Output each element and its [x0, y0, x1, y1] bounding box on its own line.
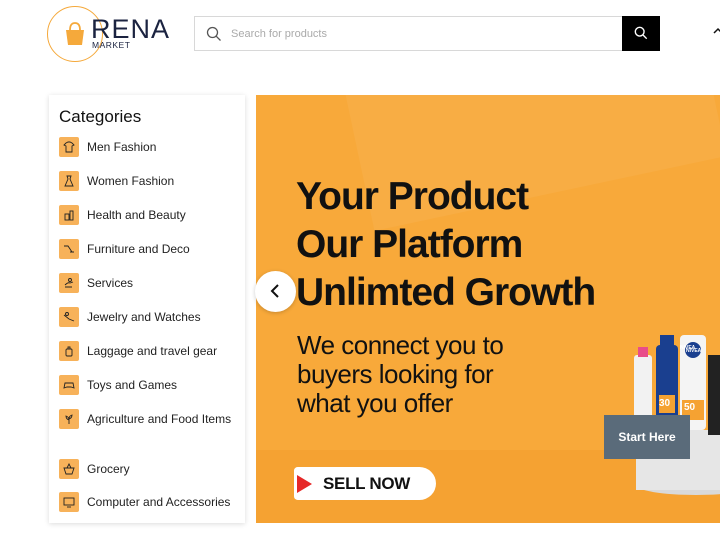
page: RENA MARKET Categories Men Fashion Women… — [0, 0, 720, 540]
category-label: Women Fashion — [87, 173, 175, 188]
computer-icon — [59, 492, 79, 512]
category-label: Toys and Games — [87, 377, 178, 392]
subheadline-line: We connect you to — [297, 330, 504, 360]
banner-subheadline: We connect you to buyers looking for wha… — [297, 330, 504, 418]
shopping-bag-icon — [66, 22, 84, 45]
carousel-prev-button[interactable] — [255, 271, 296, 312]
search-bar — [194, 16, 660, 51]
shirt-icon — [59, 137, 79, 157]
category-label: Jewelry and Watches — [87, 309, 201, 324]
headline-line: Our Platform — [296, 223, 523, 266]
categories-panel: Categories Men Fashion Women Fashion Hea… — [49, 95, 245, 523]
luggage-icon — [59, 341, 79, 361]
chevron-left-icon — [270, 284, 279, 298]
search-button[interactable] — [622, 16, 660, 51]
category-label: Laggage and travel gear — [87, 343, 218, 358]
site-logo[interactable]: RENA MARKET — [47, 6, 177, 64]
ring-icon — [59, 307, 79, 327]
category-item-health-beauty[interactable]: Health and Beauty — [59, 205, 237, 225]
plant-icon — [59, 409, 79, 429]
subheadline-line: what you offer — [297, 388, 453, 418]
headline-line: Your Product — [296, 175, 529, 218]
category-item-jewelry-watches[interactable]: Jewelry and Watches — [59, 307, 237, 327]
category-label: Health and Beauty — [87, 207, 186, 222]
category-item-furniture-deco[interactable]: Furniture and Deco — [59, 239, 237, 259]
category-label: Furniture and Deco — [87, 241, 190, 256]
sell-now-button[interactable]: SELL NOW — [294, 467, 436, 500]
play-icon — [297, 475, 312, 493]
dress-icon — [59, 171, 79, 191]
category-item-toys-games[interactable]: Toys and Games — [59, 375, 237, 395]
gamepad-icon — [59, 375, 79, 395]
product-spf-text: 30 — [659, 398, 671, 409]
category-item-women-fashion[interactable]: Women Fashion — [59, 171, 237, 191]
category-label: Services — [87, 275, 134, 290]
product-spf-text: 50 — [684, 402, 696, 413]
start-here-button[interactable]: Start Here — [604, 415, 690, 459]
category-label: Computer and Accessories — [87, 494, 231, 509]
hand-icon — [59, 273, 79, 293]
category-label: Agriculture and Food Items — [87, 411, 232, 426]
hero-banner[interactable]: Your Product Our Platform Unlimted Growt… — [256, 95, 720, 523]
category-item-agriculture-food[interactable]: Agriculture and Food Items — [59, 409, 237, 429]
logo-subtitle: MARKET — [92, 40, 131, 50]
category-label: Men Fashion — [87, 139, 157, 154]
search-icon — [206, 26, 221, 41]
category-label: Grocery — [87, 461, 130, 476]
banner-headline: Your Product Our Platform Unlimted Growt… — [296, 173, 596, 317]
sell-now-label: SELL NOW — [323, 474, 411, 493]
category-item-men-fashion[interactable]: Men Fashion — [59, 137, 237, 157]
category-item-grocery[interactable]: Grocery — [59, 459, 237, 479]
basket-icon — [59, 459, 79, 479]
categories-title: Categories — [59, 107, 142, 126]
cosmetics-icon — [59, 205, 79, 225]
chevron-up-icon[interactable] — [712, 26, 720, 36]
search-icon — [634, 26, 648, 40]
category-item-services[interactable]: Services — [59, 273, 237, 293]
subheadline-line: buyers looking for — [297, 359, 494, 389]
product-brand-text: NIVEA — [686, 348, 702, 354]
lamp-icon — [59, 239, 79, 259]
headline-line: Unlimted Growth — [296, 271, 596, 314]
category-item-luggage-travel[interactable]: Laggage and travel gear — [59, 341, 237, 361]
category-item-computer-accessories[interactable]: Computer and Accessories — [59, 492, 237, 512]
search-input[interactable] — [231, 17, 621, 50]
product-bottles-image — [634, 335, 720, 495]
